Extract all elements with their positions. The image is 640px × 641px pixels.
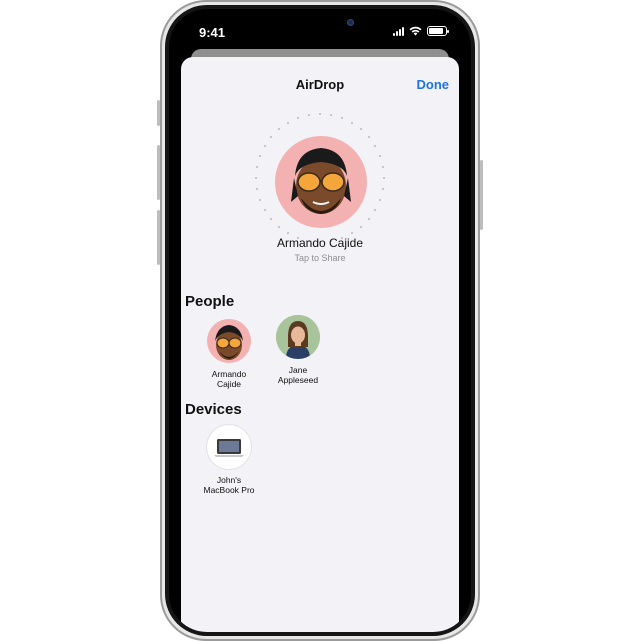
ring-dot (383, 177, 385, 179)
ring-dot (307, 113, 310, 116)
ring-dot (374, 209, 377, 211)
device-name-last: MacBook Pro (203, 485, 255, 495)
ring-dot (255, 188, 258, 191)
person-name-last: Appleseed (277, 375, 319, 385)
ring-dot (258, 198, 261, 201)
ring-dot (269, 218, 272, 221)
person-name-first: Jane (288, 365, 308, 375)
ring-dot (360, 127, 363, 130)
ring-dot (374, 145, 377, 147)
signal-icon (393, 26, 404, 36)
notch (251, 9, 389, 37)
device-avatar (207, 425, 251, 469)
battery-icon (427, 26, 449, 36)
camera-icon (347, 19, 354, 26)
ring-dot (319, 113, 321, 115)
ring-dot (277, 226, 280, 229)
volume-down-button (157, 210, 160, 265)
memoji-avatar-icon (215, 325, 243, 360)
device-macbook[interactable]: John's MacBook Pro (197, 425, 261, 495)
person-name-last: Cajide (216, 379, 242, 389)
ring-dot (351, 121, 353, 124)
ring-dot (368, 135, 371, 138)
avatar (207, 319, 251, 363)
person-photo-icon (276, 315, 320, 359)
volume-up-button (157, 145, 160, 200)
ring-dot (330, 113, 333, 116)
person-name-first: Armando (211, 369, 247, 379)
ring-dot (379, 155, 382, 158)
ring-dot (255, 177, 257, 179)
screen: 9:41 AirDrop Done Armando Cajide Tap to … (169, 9, 471, 632)
ring-dot (258, 155, 261, 158)
ring-dot (379, 198, 382, 201)
laptop-icon (214, 439, 244, 457)
avatar (276, 315, 320, 359)
ring-dot (263, 209, 266, 211)
ring-dot (351, 232, 353, 235)
status-time: 9:41 (199, 25, 226, 40)
ring-dot (287, 232, 289, 235)
hero-avatar[interactable] (275, 136, 367, 228)
person-armando[interactable]: Armando Cajide (197, 319, 261, 389)
hero-name: Armando Cajide (276, 236, 364, 250)
ring-dot (297, 116, 300, 119)
wifi-icon (409, 26, 422, 36)
memoji-avatar-icon (291, 148, 351, 214)
devices-heading: Devices (185, 401, 242, 418)
ring-dot (277, 127, 280, 130)
person-jane[interactable]: Jane Appleseed (266, 315, 330, 385)
device-name-first: John's (216, 475, 242, 485)
ring-dot (382, 188, 385, 191)
ring-dot (263, 145, 266, 147)
status-icons (393, 26, 449, 36)
hero-subtitle: Tap to Share (294, 253, 346, 263)
ring-dot (255, 165, 258, 168)
ring-dot (269, 135, 272, 138)
done-button[interactable]: Done (417, 77, 450, 92)
people-heading: People (185, 293, 235, 310)
ring-dot (287, 121, 289, 124)
ring-dot (368, 218, 371, 221)
side-button (480, 160, 483, 230)
silent-switch (157, 100, 160, 126)
ring-dot (382, 165, 385, 168)
ring-dot (360, 226, 363, 229)
status-bar: 9:41 (169, 9, 471, 53)
airdrop-sheet: AirDrop Done Armando Cajide Tap to Share… (181, 57, 459, 632)
ring-dot (340, 116, 343, 119)
